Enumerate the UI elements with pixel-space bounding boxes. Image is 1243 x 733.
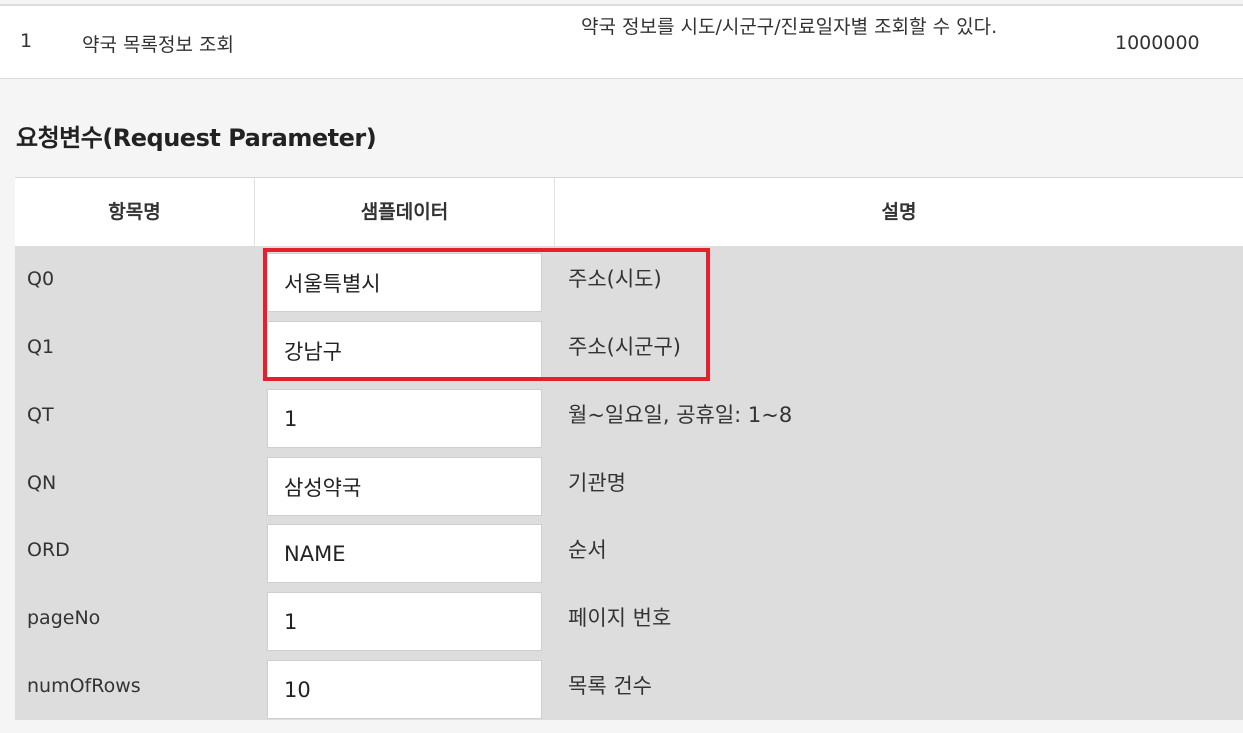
- param-name: Q0: [27, 268, 55, 290]
- operation-name: 약국 목록정보 조회: [82, 34, 234, 56]
- header-item-name: 항목명: [15, 178, 255, 246]
- operation-traffic: 1000000: [1115, 32, 1200, 54]
- table-row: QN 기관명: [15, 450, 1243, 517]
- operation-table: 1 약국 목록정보 조회 약국 정보를 시도/시군구/진료일자별 조회할 수 있…: [0, 4, 1243, 79]
- param-name: Q1: [27, 336, 55, 358]
- param-name: QT: [27, 404, 54, 426]
- param-description: 목록 건수: [568, 674, 652, 698]
- table-row: Q1 주소(시군구): [15, 314, 1243, 381]
- sample-input-numofrows[interactable]: [267, 660, 542, 719]
- request-parameter-title: 요청변수(Request Parameter): [16, 124, 377, 152]
- param-description: 페이지 번호: [568, 606, 672, 630]
- param-name: ORD: [27, 539, 70, 561]
- sample-input-qt[interactable]: [267, 389, 542, 448]
- table-row: Q0 주소(시도): [15, 246, 1243, 313]
- request-parameter-table: 항목명 샘플데이터 설명 Q0 주소(시도) Q1 주소(시군구) QT 월~일…: [15, 177, 1243, 720]
- header-description: 설명: [881, 201, 917, 223]
- sample-input-qn[interactable]: [267, 457, 542, 516]
- param-description: 주소(시군구): [568, 335, 681, 359]
- table-row: ORD 순서: [15, 517, 1243, 584]
- param-description: 월~일요일, 공휴일: 1~8: [568, 403, 793, 427]
- sample-input-q1[interactable]: [267, 321, 542, 380]
- param-name: QN: [27, 472, 57, 494]
- sample-input-ord[interactable]: [267, 524, 542, 583]
- header-sample-data: 샘플데이터: [255, 178, 555, 246]
- param-name: numOfRows: [27, 675, 141, 697]
- sample-input-q0[interactable]: [267, 253, 542, 312]
- table-header: 항목명 샘플데이터 설명: [15, 178, 1243, 246]
- operation-description: 약국 정보를 시도/시군구/진료일자별 조회할 수 있다.: [581, 16, 998, 38]
- param-description: 기관명: [568, 471, 626, 495]
- table-row: pageNo 페이지 번호: [15, 585, 1243, 652]
- table-row: QT 월~일요일, 공휴일: 1~8: [15, 382, 1243, 449]
- operation-number: 1: [20, 30, 33, 52]
- table-row: numOfRows 목록 건수: [15, 653, 1243, 720]
- param-description: 주소(시도): [568, 267, 662, 291]
- param-description: 순서: [568, 538, 607, 562]
- sample-input-pageno[interactable]: [267, 592, 542, 651]
- param-name: pageNo: [27, 607, 101, 629]
